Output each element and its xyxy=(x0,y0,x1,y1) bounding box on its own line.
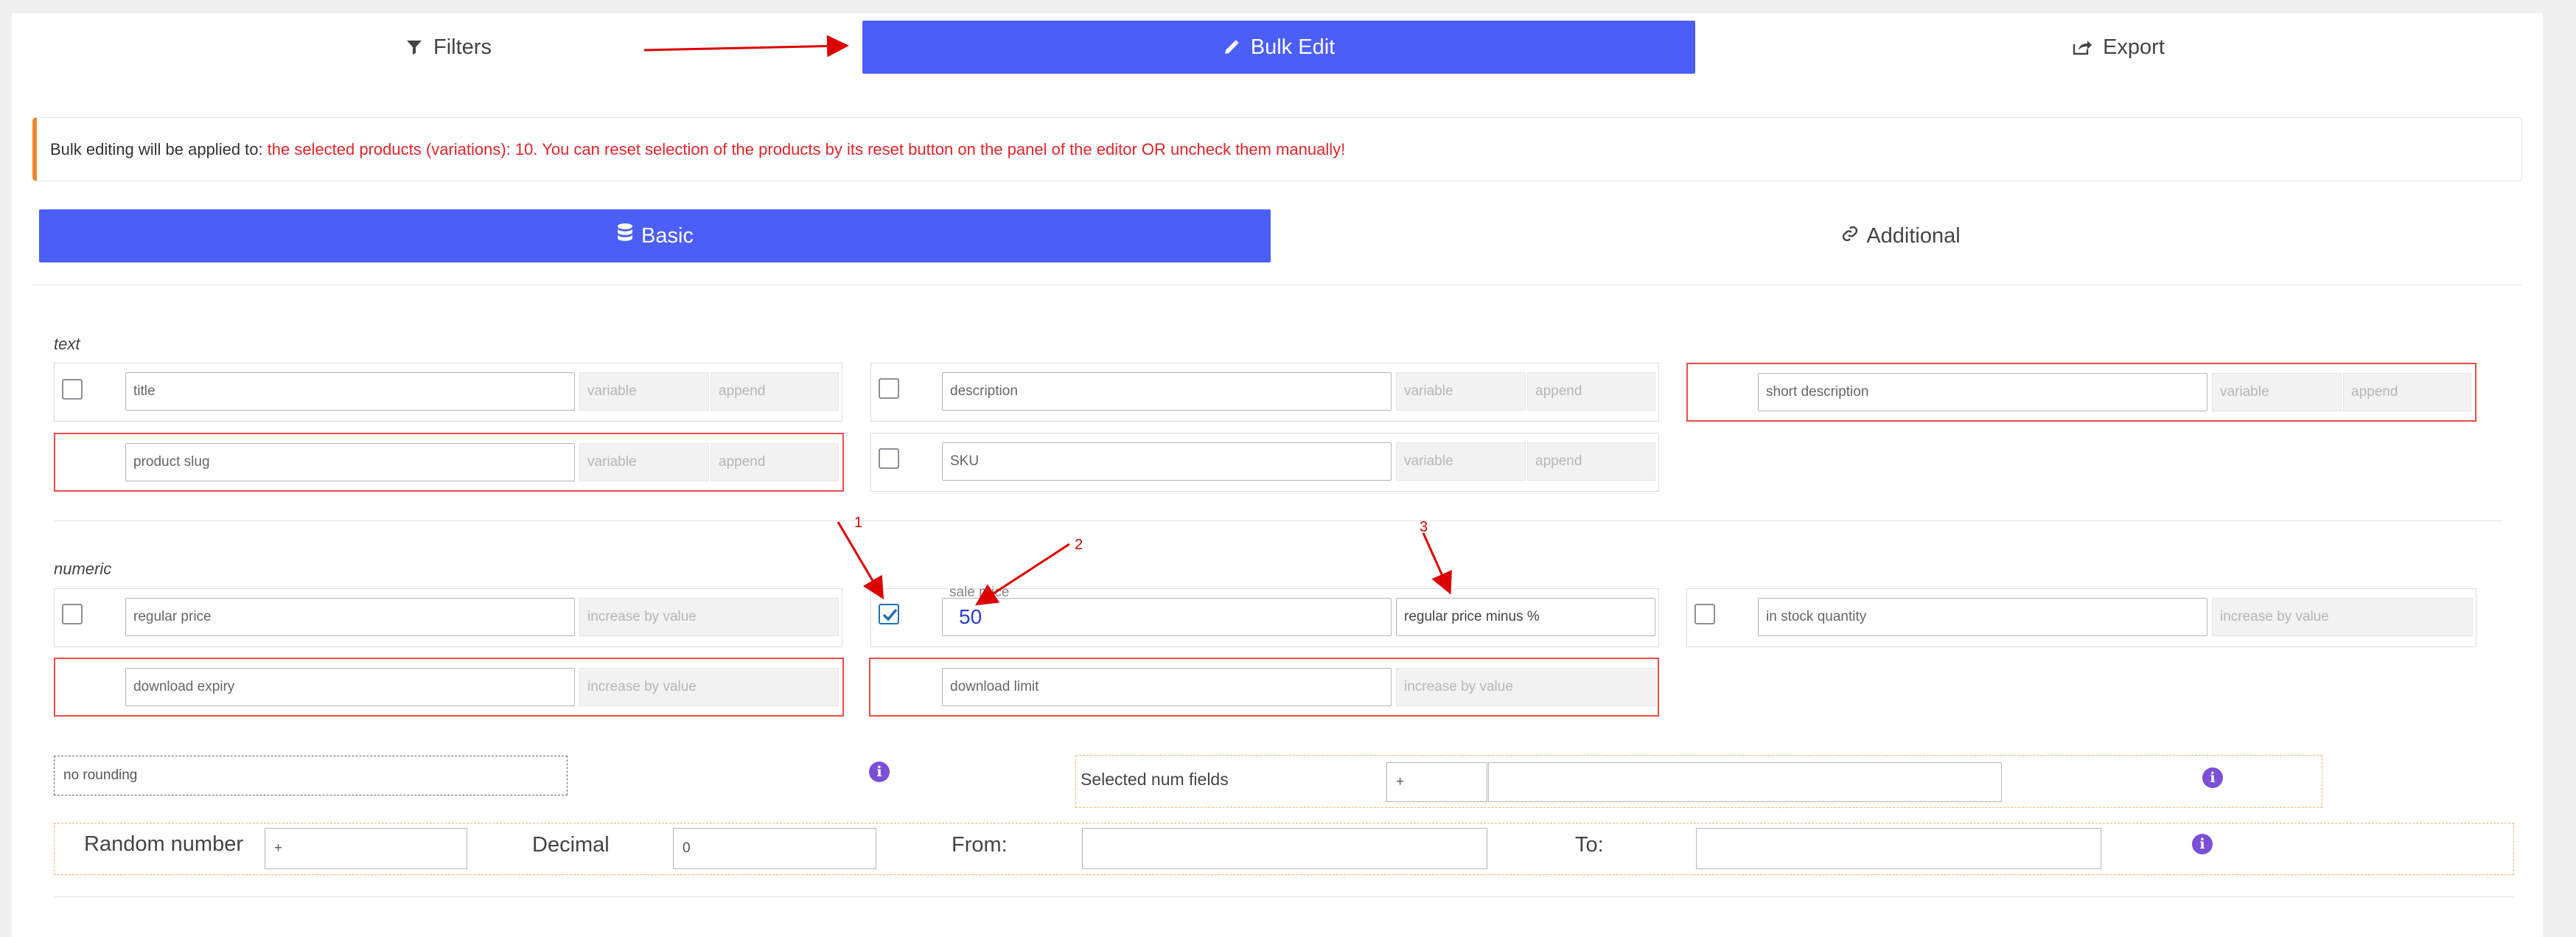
annotation-arrow-2 xyxy=(974,543,1070,606)
annotation-arrow-to-bulk-edit xyxy=(643,35,849,58)
bulk-edit-panel: Filters Bulk Edit Export Bulk editing wi… xyxy=(12,13,2543,937)
annotation-label-1: 1 xyxy=(854,515,863,531)
annotation-label-3: 3 xyxy=(1420,519,1428,535)
annotation-arrow-1 xyxy=(837,521,884,600)
annotation-arrow-3 xyxy=(1422,532,1452,595)
annotation-layer xyxy=(643,35,1452,606)
annotation-label-2: 2 xyxy=(1075,537,1083,553)
